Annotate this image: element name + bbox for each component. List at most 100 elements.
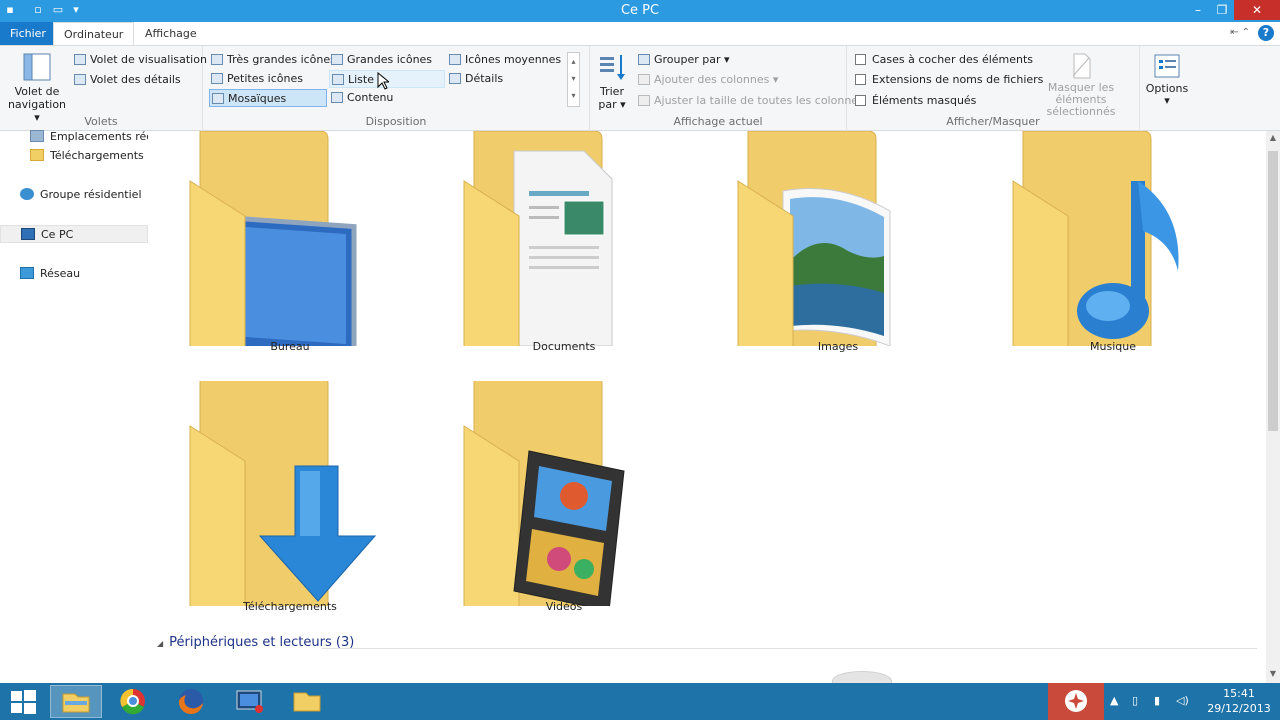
videos-folder-icon	[463, 381, 625, 606]
large-icons-button[interactable]: Grandes icônes	[329, 51, 445, 69]
folder-tile[interactable]: Bureau	[160, 131, 420, 361]
clock[interactable]: 15:41 29/12/2013	[1200, 686, 1278, 716]
volume-icon[interactable]: ◁)	[1176, 694, 1189, 707]
tab-computer[interactable]: Ordinateur	[53, 22, 135, 46]
signal-icon[interactable]: ▮	[1154, 694, 1160, 707]
list-view-label: Liste	[348, 73, 374, 86]
options-icon	[1154, 54, 1180, 78]
close-icon[interactable]: ✕	[1234, 0, 1280, 20]
tab-file[interactable]: Fichier	[0, 22, 56, 45]
folder-tile[interactable]: Téléchargements	[160, 381, 420, 621]
extra-large-icons-button[interactable]: Très grandes icônes	[209, 51, 336, 69]
hide-selected-label-1: Masquer les éléments	[1047, 81, 1115, 106]
scroll-up-icon[interactable]: ▲	[1266, 131, 1280, 145]
list-view-icon	[332, 74, 344, 85]
ribbon-tabs: Fichier Ordinateur Affichage ⇤ ⌃ ?	[0, 22, 1280, 46]
content-view-label: Contenu	[347, 91, 394, 104]
details-pane-button[interactable]: Volet des détails	[72, 71, 183, 89]
hidden-items-toggle[interactable]: Éléments masqués	[853, 92, 978, 110]
group-by-button[interactable]: Grouper par ▾	[636, 51, 732, 69]
item-checkboxes-label: Cases à cocher des éléments	[872, 53, 1034, 66]
hide-selected-icon	[1072, 53, 1091, 79]
homegroup-icon	[20, 188, 34, 200]
start-icon[interactable]	[0, 685, 46, 718]
small-icons-icon	[211, 73, 223, 84]
music-folder-icon	[1012, 131, 1179, 346]
folder-tile[interactable]: Musique	[983, 131, 1243, 361]
downloads-folder-icon	[30, 149, 44, 161]
group-by-icon	[638, 54, 650, 65]
navigation-pane-icon	[23, 53, 51, 81]
file-extensions-checkbox[interactable]	[855, 74, 866, 85]
folder-tile[interactable]: Vidéos	[434, 381, 694, 621]
chrome-icon[interactable]	[108, 685, 158, 718]
folder-tile[interactable]: Documents	[434, 131, 694, 361]
collapse-icon[interactable]: ◢	[157, 639, 163, 648]
sort-by-label-2: par	[598, 98, 617, 111]
sort-by-button[interactable]: Trier par ▾	[596, 52, 628, 112]
vertical-scrollbar[interactable]: ▲ ▼	[1266, 131, 1280, 683]
group-panes: Volet de navigation ▾ Volet de visualisa…	[0, 46, 207, 131]
content-view-icon	[331, 92, 343, 103]
clock-date: 29/12/2013	[1207, 702, 1271, 715]
desktop-folder-icon	[189, 131, 357, 346]
sidebar-item-label: Réseau	[40, 267, 81, 280]
item-checkboxes-checkbox[interactable]	[855, 54, 866, 65]
group-label-show-hide: Afficher/Masquer	[946, 115, 1040, 128]
sort-by-label-1: Trier	[600, 85, 624, 98]
sidebar-item-homegroup[interactable]: Groupe résidentiel	[0, 186, 148, 204]
sidebar-item-this-pc[interactable]: Ce PC	[0, 225, 148, 243]
show-hidden-icons-icon[interactable]: ▲	[1110, 694, 1118, 707]
large-icons-label: Grandes icônes	[347, 53, 433, 66]
taskbar: ▲ ▯ ▮ ◁) 15:41 29/12/2013	[0, 683, 1280, 720]
folder-name: Images	[817, 340, 859, 353]
folder-name: Musique	[1090, 340, 1136, 353]
explorer-window: ▪ ▫ ▭ ▾ Ce PC – ❐ ✕ Fichier Ordinateur A…	[0, 0, 1280, 683]
content-view-button[interactable]: Contenu	[329, 89, 445, 107]
tab-view[interactable]: Affichage	[135, 22, 207, 45]
item-checkboxes-toggle[interactable]: Cases à cocher des éléments	[853, 51, 1035, 69]
size-all-columns-label: Ajuster la taille de toutes les colonnes	[654, 94, 864, 107]
small-icons-button[interactable]: Petites icônes	[209, 70, 327, 88]
size-all-columns-button[interactable]: Ajuster la taille de toutes les colonnes	[636, 92, 866, 110]
file-explorer-icon[interactable]	[50, 685, 102, 718]
preview-pane-icon	[74, 54, 86, 65]
navigation-pane-label-2: navigation	[7, 98, 67, 111]
firefox-icon[interactable]	[166, 685, 216, 718]
tray-app-icon[interactable]	[1048, 683, 1104, 720]
group-layout: Très grandes icônes Grandes icônes Icône…	[203, 46, 590, 131]
scroll-thumb[interactable]	[1268, 151, 1278, 431]
folder-icon[interactable]	[282, 685, 332, 718]
group-label-layout: Disposition	[365, 115, 427, 128]
sidebar-item-downloads[interactable]: Téléchargements	[0, 147, 148, 165]
title-bar[interactable]: ▪ ▫ ▭ ▾ Ce PC – ❐ ✕	[0, 0, 1280, 22]
folder-tile[interactable]: Images	[708, 131, 968, 361]
file-extensions-label: Extensions de noms de fichiers	[872, 73, 1044, 86]
sidebar-item-recent-places[interactable]: Emplacements récer	[0, 128, 148, 146]
list-view-button[interactable]: Liste	[329, 70, 445, 88]
medium-icons-button[interactable]: Icônes moyennes	[447, 51, 565, 69]
preview-pane-button[interactable]: Volet de visualisation	[72, 51, 209, 69]
add-columns-label: Ajouter des colonnes	[654, 73, 770, 86]
tiles-view-button[interactable]: Mosaïques	[209, 89, 327, 107]
scroll-down-icon[interactable]: ▼	[1266, 667, 1280, 681]
sidebar-item-network[interactable]: Réseau	[0, 265, 148, 283]
details-view-button[interactable]: Détails	[447, 70, 565, 88]
power-icon[interactable]: ▯	[1132, 694, 1138, 707]
restore-icon[interactable]: ❐	[1208, 0, 1236, 20]
layout-gallery-scroll[interactable]: ▴ ▾ ▾	[567, 52, 580, 107]
sidebar-item-label: Téléchargements	[50, 149, 144, 162]
size-columns-icon	[638, 95, 650, 106]
screen-recorder-icon[interactable]	[224, 685, 274, 718]
file-extensions-toggle[interactable]: Extensions de noms de fichiers	[853, 71, 1045, 89]
minimize-ribbon-icon[interactable]: ⇤ ⌃	[1230, 27, 1250, 38]
hidden-items-checkbox[interactable]	[855, 95, 866, 106]
navigation-pane-button[interactable]: Volet de navigation ▾	[6, 52, 68, 124]
sort-icon	[600, 55, 625, 80]
options-button[interactable]: Options ▾	[1142, 52, 1192, 114]
sidebar-item-label: Emplacements récer	[50, 130, 148, 143]
add-columns-button[interactable]: Ajouter des colonnes ▾	[636, 71, 780, 89]
hide-selected-items-button[interactable]: Masquer les éléments sélectionnés	[1025, 52, 1137, 118]
network-icon	[20, 267, 34, 279]
help-icon[interactable]: ?	[1258, 25, 1274, 41]
